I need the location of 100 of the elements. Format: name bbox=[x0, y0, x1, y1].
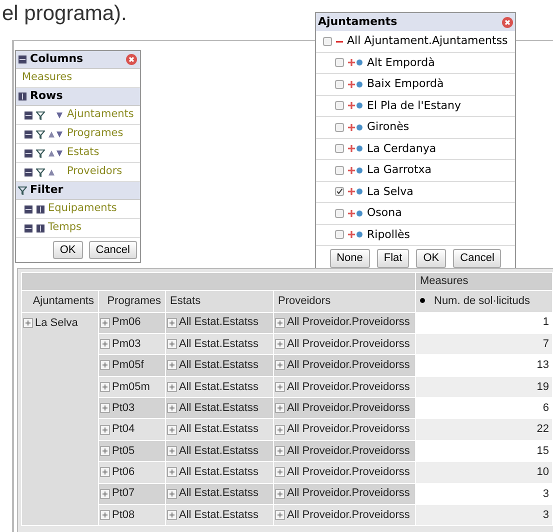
layout-icon bbox=[24, 148, 33, 158]
member-link[interactable]: Pt08 bbox=[112, 508, 135, 521]
table-cell: 22 bbox=[416, 418, 552, 440]
member-label: Gironès bbox=[367, 119, 410, 135]
dialog-button[interactable]: Cancel bbox=[453, 249, 502, 268]
checkbox[interactable] bbox=[335, 122, 344, 132]
filter-icon bbox=[36, 148, 45, 158]
member-link[interactable]: All Proveidor.Proveidorss bbox=[287, 487, 410, 500]
checkbox[interactable] bbox=[335, 208, 344, 218]
filter-icon bbox=[36, 168, 45, 176]
member-link[interactable]: Pt05 bbox=[112, 444, 135, 457]
expand-icon bbox=[348, 80, 363, 88]
member-link[interactable]: All Estat.Estatss bbox=[179, 423, 258, 436]
layout-icon bbox=[24, 168, 33, 176]
member-label: La Selva bbox=[367, 184, 414, 200]
checkbox[interactable] bbox=[335, 166, 344, 175]
table-cell: 3 bbox=[416, 504, 552, 526]
bullet-icon bbox=[420, 298, 425, 304]
member-link[interactable]: All Proveidor.Proveidorss bbox=[287, 402, 410, 414]
dimension-link[interactable]: Programes bbox=[67, 126, 124, 142]
checkbox[interactable] bbox=[335, 80, 344, 89]
dialog-button[interactable]: None bbox=[330, 249, 370, 268]
dimension-link[interactable]: Temps bbox=[48, 220, 82, 236]
member-link[interactable]: All Estat.Estatss bbox=[179, 402, 258, 414]
column-header: Estats bbox=[166, 290, 274, 312]
expand-icon bbox=[348, 102, 363, 110]
checkbox[interactable] bbox=[335, 101, 344, 110]
checkbox[interactable] bbox=[323, 36, 332, 46]
layout-icon bbox=[24, 130, 33, 138]
checkbox[interactable] bbox=[335, 187, 344, 196]
layout-icon bbox=[18, 92, 27, 101]
member-link[interactable]: Pm06 bbox=[112, 316, 141, 328]
member-link[interactable]: Pm05f bbox=[112, 359, 144, 372]
section-title: Rows bbox=[30, 88, 64, 104]
member-link[interactable]: All Estat.Estatss bbox=[179, 359, 258, 372]
expand-icon bbox=[348, 231, 363, 238]
member-link[interactable]: All Estat.Estatss bbox=[179, 380, 258, 393]
checkbox[interactable] bbox=[335, 230, 344, 240]
member-link[interactable]: Pm03 bbox=[112, 338, 141, 350]
column-header: Ajuntaments bbox=[22, 290, 98, 312]
member-label: Alt Empordà bbox=[367, 54, 435, 70]
member-link[interactable]: All Proveidor.Proveidorss bbox=[287, 423, 410, 436]
dialog-button[interactable]: OK bbox=[416, 249, 446, 268]
table-cell: 7 bbox=[416, 333, 552, 355]
member-link[interactable]: All Estat.Estatss bbox=[179, 508, 258, 521]
table-cell: 6 bbox=[416, 398, 552, 419]
expand-icon bbox=[348, 145, 363, 152]
member-link[interactable]: Pt04 bbox=[112, 423, 135, 436]
member-link[interactable]: All Estat.Estatss bbox=[179, 316, 258, 328]
member-link[interactable]: Pt03 bbox=[112, 402, 135, 414]
checkbox[interactable] bbox=[335, 144, 344, 154]
close-icon bbox=[126, 54, 137, 65]
dialog-button[interactable]: Cancel bbox=[88, 241, 137, 259]
dimension-link[interactable]: Ajuntaments bbox=[67, 107, 134, 123]
member-link[interactable]: All Proveidor.Proveidorss bbox=[287, 316, 410, 328]
table-cell: 1 bbox=[416, 312, 552, 334]
member-link[interactable]: All Proveidor.Proveidorss bbox=[287, 380, 410, 393]
member-link[interactable]: Pt07 bbox=[112, 487, 135, 500]
member-label: All Ajuntament.Ajuntamentss bbox=[347, 33, 508, 49]
member-link[interactable]: All Estat.Estatss bbox=[179, 466, 258, 478]
member-link[interactable]: All Proveidor.Proveidorss bbox=[287, 338, 410, 350]
layout-icon bbox=[24, 224, 33, 232]
expand-icon bbox=[348, 210, 363, 217]
member-label: El Pla de l'Estany bbox=[367, 98, 461, 114]
dimension-link[interactable]: Estats bbox=[67, 145, 100, 161]
dimension-link[interactable]: Measures bbox=[22, 70, 72, 86]
table-cell: 15 bbox=[416, 440, 552, 462]
member-link[interactable]: La Selva bbox=[35, 316, 78, 328]
filter-icon bbox=[36, 110, 45, 120]
dialog-button[interactable]: OK bbox=[52, 241, 83, 259]
dimension-link[interactable]: Equipaments bbox=[48, 201, 117, 217]
checkbox[interactable] bbox=[335, 58, 344, 68]
expand-icon bbox=[348, 166, 363, 174]
member-label: Baix Empordà bbox=[367, 76, 444, 92]
measure-name: Num. de sol·licituds bbox=[434, 294, 530, 307]
member-link[interactable]: All Proveidor.Proveidorss bbox=[287, 444, 410, 457]
member-link[interactable]: Pt06 bbox=[112, 466, 135, 478]
column-header: Measures bbox=[416, 272, 552, 290]
dimension-link[interactable]: Proveidors bbox=[67, 164, 122, 180]
member-link[interactable]: All Estat.Estatss bbox=[179, 487, 258, 500]
layout-icon bbox=[24, 110, 33, 120]
filter-icon bbox=[18, 186, 27, 195]
dialog-button[interactable]: Flat bbox=[376, 249, 410, 268]
member-link[interactable]: All Proveidor.Proveidorss bbox=[287, 359, 410, 372]
popup-title: Ajuntaments bbox=[318, 14, 398, 30]
intro-text: el programa). bbox=[2, 1, 127, 27]
member-link[interactable]: All Estat.Estatss bbox=[179, 338, 258, 350]
expand-icon bbox=[348, 59, 363, 66]
expand-icon bbox=[348, 188, 363, 196]
member-link[interactable]: Pm05m bbox=[112, 380, 150, 393]
section-title: Filter bbox=[30, 182, 64, 198]
member-link[interactable]: All Proveidor.Proveidorss bbox=[287, 466, 410, 478]
table-cell: 13 bbox=[416, 354, 552, 376]
table-cell: 19 bbox=[416, 376, 552, 398]
column-header: Proveidors bbox=[274, 290, 416, 312]
member-link[interactable]: All Proveidor.Proveidorss bbox=[287, 508, 410, 521]
layout-icon bbox=[36, 224, 45, 232]
member-link[interactable]: All Estat.Estatss bbox=[179, 444, 258, 457]
table-cell: 10 bbox=[416, 462, 552, 484]
expand-icon bbox=[348, 124, 363, 131]
